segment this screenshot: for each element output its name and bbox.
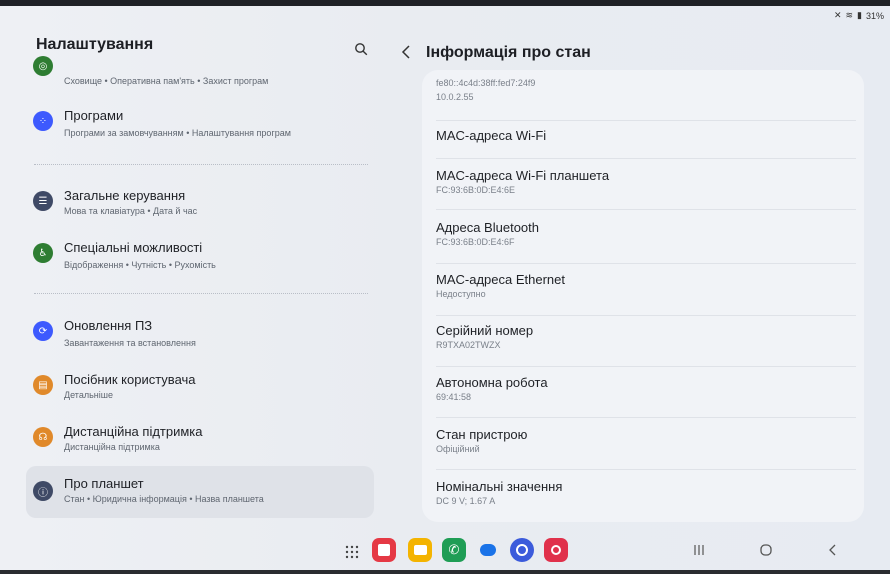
menu-item-title: Загальне керування [64,188,186,203]
wifi-icon: ≋ [845,10,854,20]
menu-item-sub: Дистанційна підтримка [64,442,160,452]
info-title: MAC-адреса Wi-Fi планшета [436,168,610,183]
menu-item-remote-support[interactable]: ☊ Дистанційна підтримка Дистанційна підт… [26,420,374,460]
ipv4-address: 10.0.2.55 [436,92,474,102]
separator [436,263,856,264]
menu-item-title: Про планшет [64,476,144,491]
menu-item-title: Дистанційна підтримка [64,424,203,439]
info-value: DC 9 V; 1.67 A [436,496,496,506]
divider [34,293,368,294]
menu-item-title: Посібник користувача [64,372,196,387]
info-row-tablet-wifi-mac[interactable]: MAC-адреса Wi-Fi планшета FC:93:6B:0D:E4… [436,168,856,202]
menu-item-sub: Завантаження та встановлення [64,338,196,348]
divider [34,164,368,165]
files-app-icon[interactable] [408,538,432,562]
info-title: Автономна робота [436,375,548,390]
remote-support-icon: ☊ [33,427,53,447]
back-arrow-icon[interactable] [400,44,416,60]
menu-item-software-update[interactable]: ⟳ Оновлення ПЗ Завантаження та встановле… [26,314,374,354]
info-value: 69:41:58 [436,392,472,402]
menu-item-general-management[interactable]: ☰ Загальне керування Мова та клавіатура … [26,184,374,224]
status-info-title: Інформація про стан [426,44,591,61]
menu-item-sub: Сховище • Оперативна пам'ять • Захист пр… [64,76,269,86]
info-value: Офіційний [436,444,480,454]
phone-app-icon[interactable]: ✆ [442,538,466,562]
menu-item-title: Оновлення ПЗ [64,318,153,333]
menu-item-sub: Програми за замовчуванням • Налаштування… [64,128,291,138]
home-icon[interactable] [758,542,776,560]
search-icon[interactable] [354,41,372,59]
menu-item-device-care[interactable]: ◎ Сховище • Оперативна пам'ять • Захист … [26,56,374,94]
info-row-device-status[interactable]: Стан пристрою Офіційний [436,427,856,461]
separator [436,209,856,210]
info-row-ethernet-mac[interactable]: MAC-адреса Ethernet Недоступно [436,272,856,306]
software-update-icon: ⟳ [33,321,53,341]
menu-item-apps[interactable]: ⁘ Програми Програми за замовчуванням • Н… [26,104,374,144]
info-title: MAC-адреса Ethernet [436,272,565,287]
info-value: FC:93:6B:0D:E4:6E [436,185,516,195]
internet-app-icon[interactable] [510,538,534,562]
info-value: FC:93:6B:0D:E4:6F [436,237,515,247]
battery-percent: 31% [865,10,884,21]
menu-item-accessibility[interactable]: ♿ Спеціальні можливості Відображення • Ч… [26,236,374,276]
settings-title: Налаштування [36,36,154,53]
menu-item-title: Програми [64,108,124,123]
info-title: Серійний номер [436,323,534,338]
tablet-screen: ✕ ≋ ▮ 31% Налаштування ◎ Сховище • Опера… [0,0,890,570]
screen-recorder-app-icon[interactable] [544,538,568,562]
recent-apps-icon[interactable] [692,542,710,560]
app-drawer-icon[interactable] [345,544,359,559]
back-icon[interactable] [826,542,844,560]
general-management-icon: ☰ [33,191,53,211]
status-bar-strip [0,0,890,6]
separator [436,120,856,121]
info-value: Недоступно [436,289,486,299]
menu-item-sub: Детальніше [64,390,113,400]
mute-icon: ✕ [833,10,842,20]
info-row-serial-number[interactable]: Серійний номер R9TXA02TWZX [436,323,856,357]
separator [436,366,856,367]
taskbar: ✆ [0,532,890,570]
info-title: Адреса Bluetooth [436,220,539,235]
info-title: Номінальні значення [436,479,563,494]
separator [436,469,856,470]
menu-item-about-tablet[interactable]: ⓘ Про планшет Стан • Юридична інформація… [26,466,374,518]
signal-icon: ▮ [857,10,862,20]
user-manual-icon: ▤ [33,375,53,395]
menu-item-sub: Відображення • Чутність • Рухомість [64,260,216,270]
separator [436,158,856,159]
menu-item-sub: Стан • Юридична інформація • Назва планш… [64,494,264,504]
about-tablet-icon: ⓘ [33,481,53,501]
notes-app-icon[interactable] [372,538,396,562]
info-row-bluetooth-address[interactable]: Адреса Bluetooth FC:93:6B:0D:E4:6F [436,220,856,254]
messages-app-icon[interactable] [476,538,500,562]
menu-item-title: Спеціальні можливості [64,240,203,255]
device-care-icon: ◎ [33,56,53,76]
info-row-uptime[interactable]: Автономна робота 69:41:58 [436,375,856,409]
separator [436,417,856,418]
menu-item-user-manual[interactable]: ▤ Посібник користувача Детальніше [26,368,374,408]
info-value: R9TXA02TWZX [436,340,501,350]
separator [436,315,856,316]
ipv6-address: fe80::4c4d:38ff:fed7:24f9 [436,78,536,88]
info-row-rated-values[interactable]: Номінальні значення DC 9 V; 1.67 A [436,479,856,513]
info-title: Стан пристрою [436,427,528,442]
apps-icon: ⁘ [33,111,53,131]
info-title: MAC-адреса Wi-Fi [436,128,547,143]
status-info-card: fe80::4c4d:38ff:fed7:24f9 10.0.2.55 MAC-… [422,70,864,522]
status-bar: ✕ ≋ ▮ 31% [834,10,884,21]
accessibility-icon: ♿ [33,243,53,263]
info-row-wifi-mac[interactable]: MAC-адреса Wi-Fi [436,128,856,158]
menu-item-sub: Мова та клавіатура • Дата й час [64,206,198,216]
ip-address-row: fe80::4c4d:38ff:fed7:24f9 10.0.2.55 [436,78,856,108]
